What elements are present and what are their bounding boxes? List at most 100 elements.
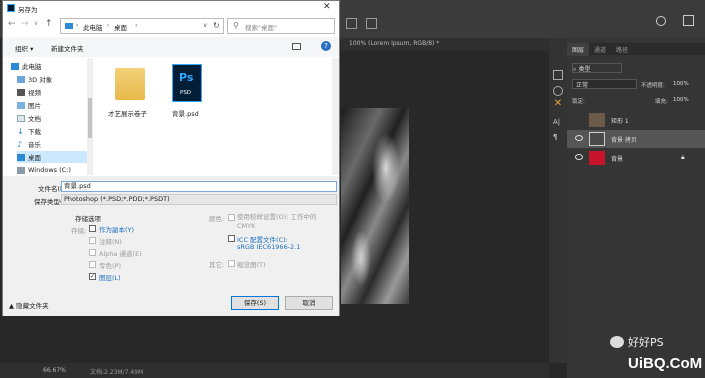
layer-row[interactable]: 矩形 1 [567, 111, 705, 129]
eye-icon[interactable] [575, 154, 583, 160]
workspace-icon[interactable] [683, 15, 694, 26]
icc-checkbox[interactable] [228, 235, 235, 242]
back-icon[interactable]: ← [8, 19, 16, 29]
folder-icon [115, 68, 145, 100]
psd-icon-text: Ps [179, 71, 194, 84]
canvas-image[interactable] [341, 108, 409, 304]
nav-item-this-pc[interactable]: 此电脑 [11, 60, 81, 72]
download-icon: ↓ [17, 126, 24, 136]
zoom-level[interactable]: 66.67% [43, 367, 66, 374]
opacity-label: 不透明度: [641, 83, 665, 89]
color-icon[interactable] [553, 86, 563, 96]
lock-label: 锁定: [572, 99, 585, 105]
nav-item-windows-c[interactable]: Windows (C:) [17, 164, 87, 176]
paragraph-icon[interactable]: A| [553, 118, 560, 126]
fill-value[interactable]: 100% [673, 97, 689, 103]
save-options-title: 存储选项 [75, 215, 101, 223]
drive-icon [17, 166, 25, 174]
layer-name: 矩形 1 [611, 118, 629, 125]
search-icon[interactable] [656, 16, 666, 26]
refresh-icon[interactable]: ↻ [213, 21, 220, 30]
nav-item-desktop[interactable]: 桌面 [17, 151, 87, 163]
history-icon[interactable] [553, 70, 563, 80]
chevron-down-icon[interactable]: ∨ [203, 22, 207, 29]
nav-label: 音乐 [28, 141, 41, 149]
breadcrumb-this-pc[interactable]: 此电脑 [83, 22, 103, 32]
scroll-thumb[interactable] [88, 98, 92, 138]
pc-icon [65, 23, 73, 29]
breadcrumb-desktop[interactable]: 桌面 [114, 22, 127, 32]
tab-layers[interactable]: 图层 [567, 43, 590, 56]
spot-checkbox[interactable] [89, 261, 96, 268]
hide-folders-label: 隐藏文件夹 [16, 302, 49, 310]
layer-thumbnail [589, 132, 605, 146]
alpha-checkbox[interactable] [89, 249, 96, 256]
save-button[interactable]: 保存(S) [231, 296, 279, 310]
panel-tab-bar: 图层 通道 路径 [567, 43, 705, 56]
notes-checkbox[interactable] [89, 237, 96, 244]
tool-option-icon[interactable] [366, 18, 377, 29]
as-copy-label[interactable]: 作为副本(Y) [99, 224, 134, 234]
layer-thumbnail [589, 151, 605, 165]
as-copy-checkbox[interactable] [89, 225, 96, 232]
nav-item-3d-objects[interactable]: 3D 对象 [17, 73, 87, 85]
document-tab[interactable]: 100% (Lorem Ipsum, RGB/8) * [349, 40, 439, 47]
layers-checkbox[interactable]: ✓ [89, 273, 96, 280]
hide-folders-toggle[interactable]: ▲ 隐藏文件夹 [9, 300, 49, 310]
filter-kind-select[interactable]: ⌕ 类型 [572, 63, 622, 73]
layer-row[interactable]: 背景 🔒︎ [567, 149, 705, 167]
close-icon[interactable]: ✕ [323, 2, 331, 12]
picture-icon [17, 101, 25, 109]
nav-label: 3D 对象 [28, 76, 53, 84]
address-bar[interactable]: › 此电脑 › 桌面 › ∨ ↻ [60, 18, 224, 34]
opacity-value[interactable]: 100% [673, 81, 689, 87]
view-icon[interactable] [292, 43, 301, 50]
save-as-dialog: 另存为 ✕ ← → ∨ ↑ › 此电脑 › 桌面 › ∨ ↻ ⚲ 搜索"桌面" … [2, 0, 340, 316]
dialog-toolbar: 组织 ▾ 新建文件夹 ? [3, 37, 339, 57]
filename-input[interactable]: 背景.psd [61, 181, 337, 192]
nav-item-videos[interactable]: 视频 [17, 86, 87, 98]
file-name: 才艺展示卷子 [108, 110, 147, 118]
organize-button[interactable]: 组织 ▾ [15, 43, 33, 53]
thumbnail-checkbox[interactable] [228, 260, 235, 267]
proof-checkbox[interactable] [228, 214, 235, 221]
document-icon [17, 114, 25, 122]
eye-icon[interactable] [575, 135, 583, 141]
cancel-button[interactable]: 取消 [285, 296, 333, 310]
tab-channels[interactable]: 通道 [589, 43, 611, 56]
character-icon[interactable]: ¶ [553, 133, 557, 141]
file-list: 才艺展示卷子 Ps PSD 背景.psd [95, 58, 339, 175]
nav-item-documents[interactable]: 文档 [17, 112, 87, 124]
nav-item-downloads[interactable]: ↓ 下载 [17, 125, 87, 137]
new-folder-button[interactable]: 新建文件夹 [51, 43, 84, 53]
filetype-select[interactable]: Photoshop (*.PSD;*.PDD;*.PSDT) [61, 194, 337, 205]
tools-icon[interactable]: ✕ [552, 98, 564, 110]
nav-label: 下载 [28, 128, 41, 136]
nav-item-music[interactable]: ♪ 音乐 [17, 138, 87, 150]
other-label: 其它: [209, 261, 225, 269]
breadcrumb-separator: › [76, 22, 79, 29]
wechat-watermark: 好好PS [610, 334, 664, 350]
pc-icon [11, 62, 19, 70]
chevron-down-icon[interactable]: ∨ [34, 20, 38, 27]
up-icon[interactable]: ↑ [45, 19, 53, 29]
layer-row-selected[interactable]: 背景 拷贝 [567, 130, 705, 148]
dialog-title: 另存为 [18, 6, 38, 14]
search-box[interactable]: ⚲ 搜索"桌面" [227, 18, 335, 34]
nav-item-pictures[interactable]: 图片 [17, 99, 87, 111]
file-item-psd[interactable]: Ps PSD 背景.psd [167, 62, 213, 118]
status-bar: 66.67% 文档:2.23M/7.49M [0, 363, 549, 378]
file-item-folder[interactable]: 才艺展示卷子 [105, 62, 157, 118]
tool-option-icon[interactable] [346, 18, 357, 29]
blend-mode-select[interactable]: 正常 [572, 79, 637, 89]
tab-paths[interactable]: 路径 [611, 43, 633, 56]
psd-file-icon: Ps PSD [172, 64, 202, 102]
nav-label: Windows (C:) [28, 166, 71, 174]
layers-label[interactable]: 图层(L) [99, 272, 121, 282]
forward-icon[interactable]: → [21, 19, 29, 29]
file-scrollbar[interactable] [332, 58, 339, 175]
help-icon[interactable]: ? [321, 41, 331, 51]
document-info: 文档:2.23M/7.49M [90, 369, 144, 376]
wechat-icon [610, 336, 624, 348]
nav-scrollbar[interactable] [87, 58, 93, 175]
